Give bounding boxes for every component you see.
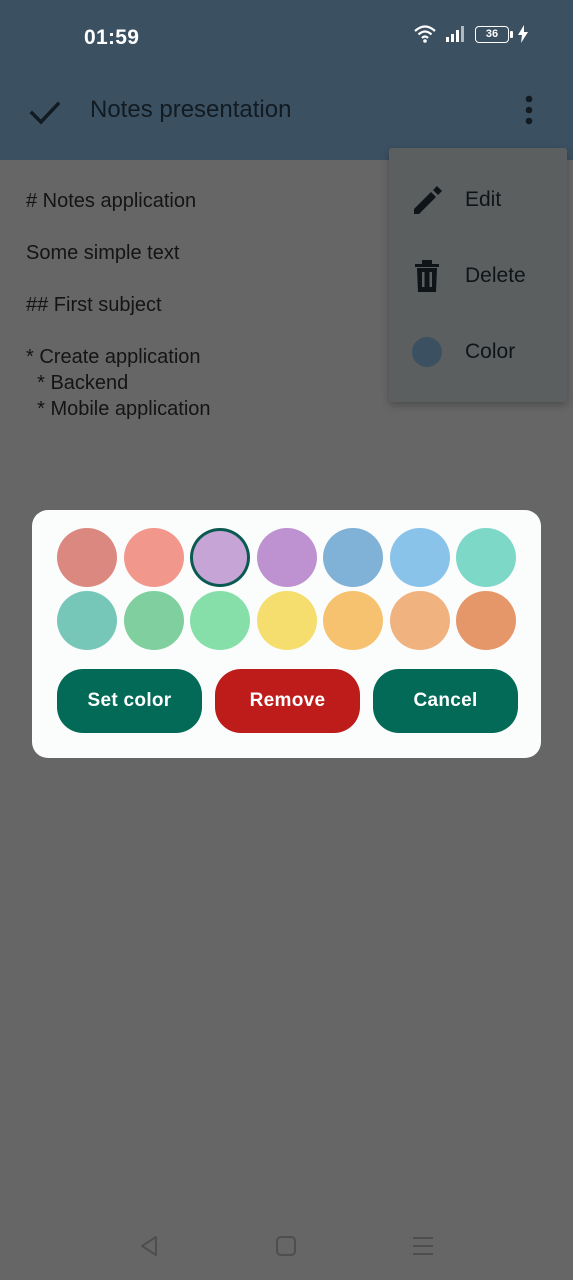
color-picker-dialog: Set color Remove Cancel — [32, 510, 541, 758]
home-icon[interactable] — [272, 1232, 300, 1260]
color-swatch[interactable] — [456, 591, 516, 650]
color-swatch[interactable] — [389, 591, 450, 650]
color-swatch[interactable] — [323, 591, 383, 650]
app-bar: Notes presentation — [0, 72, 573, 160]
overflow-menu: Edit Delete Color — [389, 148, 567, 402]
remove-button[interactable]: Remove — [215, 669, 360, 733]
note-line: # Notes application — [26, 190, 197, 212]
status-bar: 01:59 36 — [0, 0, 573, 72]
color-swatch[interactable] — [456, 528, 516, 587]
more-vert-icon[interactable] — [515, 94, 543, 126]
note-line: * Mobile application — [26, 398, 211, 420]
swatch-grid — [57, 528, 517, 650]
back-icon[interactable] — [136, 1232, 164, 1260]
menu-item-label: Delete — [465, 264, 526, 287]
battery-icon: 36 — [475, 25, 513, 43]
navigation-bar — [0, 1210, 573, 1280]
charging-icon — [518, 25, 528, 43]
note-line-blank — [26, 266, 386, 292]
trash-icon — [409, 258, 445, 294]
recents-icon[interactable] — [409, 1232, 437, 1260]
color-swatch[interactable] — [190, 591, 250, 650]
menu-item-color[interactable]: Color — [389, 317, 567, 387]
color-dot-icon — [409, 334, 445, 370]
dialog-buttons: Set color Remove Cancel — [57, 669, 518, 733]
note-line-blank — [26, 214, 386, 240]
color-swatch[interactable] — [57, 528, 117, 587]
note-line-blank — [26, 318, 386, 344]
menu-item-label: Color — [465, 340, 516, 363]
color-swatch[interactable] — [57, 591, 117, 650]
check-icon[interactable] — [28, 96, 62, 130]
color-swatch[interactable] — [123, 528, 184, 587]
note-line: * Backend — [26, 372, 129, 394]
color-swatch[interactable] — [323, 528, 383, 587]
note-line: ## First subject — [26, 294, 162, 316]
color-swatch-selected[interactable] — [190, 528, 250, 587]
page-title: Notes presentation — [90, 96, 292, 123]
battery-level: 36 — [485, 27, 499, 40]
color-swatch[interactable] — [389, 528, 450, 587]
menu-item-delete[interactable]: Delete — [389, 241, 567, 311]
color-swatch[interactable] — [256, 528, 317, 587]
signal-icon — [446, 26, 464, 42]
color-swatch[interactable] — [256, 591, 317, 650]
menu-item-label: Edit — [465, 188, 502, 211]
menu-item-edit[interactable]: Edit — [389, 165, 567, 235]
status-icons: 36 — [413, 24, 529, 44]
color-swatch[interactable] — [123, 591, 184, 650]
set-color-button[interactable]: Set color — [57, 669, 202, 733]
pencil-icon — [409, 182, 445, 218]
note-line: Some simple text — [26, 242, 180, 264]
current-color-dot — [412, 337, 442, 367]
note-content: # Notes application Some simple text ## … — [26, 188, 386, 422]
cancel-button[interactable]: Cancel — [373, 669, 518, 733]
wifi-icon — [414, 25, 436, 43]
screen: 01:59 36 Notes presentation # Notes appl… — [0, 0, 573, 1280]
status-time: 01:59 — [84, 26, 140, 49]
note-line: * Create application — [26, 346, 201, 368]
